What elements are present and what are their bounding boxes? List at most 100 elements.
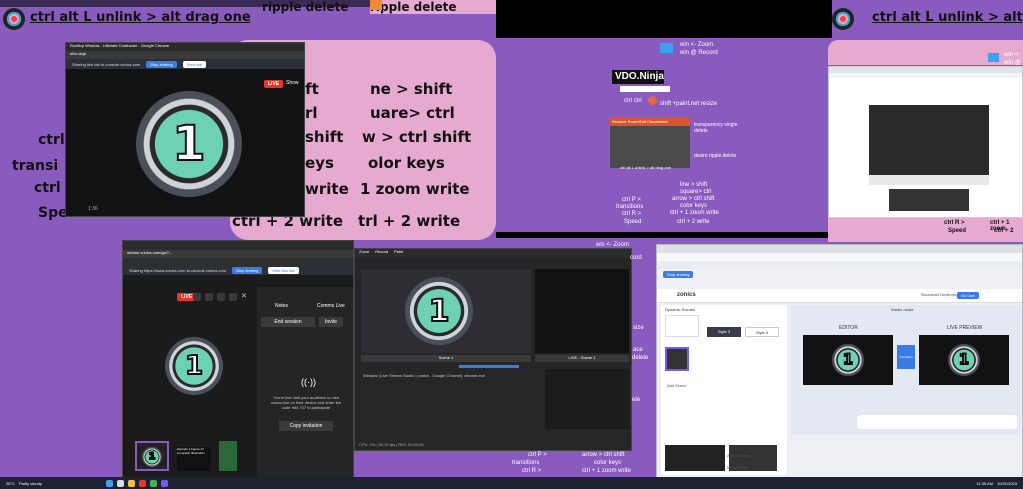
studio-icon[interactable]: [160, 479, 168, 487]
comms-toolbar-icons[interactable]: ✕: [193, 293, 251, 301]
start-icon[interactable]: [105, 479, 113, 487]
folder-icon[interactable]: [127, 479, 135, 487]
studio-share-bar: Stop sharing: [657, 269, 1022, 279]
vdo-note-1: transparency single delete: [694, 122, 738, 134]
close-icon[interactable]: ✕: [241, 293, 249, 301]
show-label[interactable]: Show: [286, 80, 299, 86]
view-tab-button[interactable]: View tab: [182, 60, 207, 68]
address-bar[interactable]: obs.ninja: [66, 51, 304, 59]
studio-go-live[interactable]: Go Live: [957, 292, 979, 299]
obs-volume-slider[interactable]: [459, 365, 519, 368]
mid-lower-3: ctrl + 1 zoom write: [582, 468, 631, 474]
share-text: Sharing this tab to console.zonics.com: [72, 61, 141, 67]
chrome-icon[interactable]: [149, 479, 157, 487]
notes-tab[interactable]: Notes: [275, 303, 288, 309]
vdo-list-2: square> ctrl: [680, 189, 712, 195]
style3-button[interactable]: Style 3: [707, 327, 741, 337]
studio-window[interactable]: Stop sharing zonics Broadcast Destinatio…: [656, 244, 1023, 478]
comms-thumb-3[interactable]: [219, 441, 237, 471]
search-icon[interactable]: [116, 479, 124, 487]
comms-live-tab[interactable]: Comms Live: [317, 303, 345, 309]
center-line-6: trl + 2 write: [358, 212, 461, 230]
invite-button[interactable]: Invite: [319, 317, 343, 327]
obs-mixer: [545, 369, 629, 429]
vdo-url-box: [620, 86, 670, 92]
mid-overlay-4: ace: [633, 347, 643, 353]
studio-stop-sharing[interactable]: Stop sharing: [663, 270, 694, 278]
screen-share-window[interactable]: Rooftop Window - Ultimate Contractor - G…: [65, 42, 305, 217]
invite-crew[interactable]: Invite Crew: [727, 465, 747, 470]
comms-stop-sharing-button[interactable]: Stop sharing: [231, 266, 263, 274]
live-preview: 1: [919, 335, 1009, 385]
studio-broadcast[interactable]: Broadcast Destination: [921, 292, 960, 297]
vdo-list-4: color keys: [680, 203, 708, 209]
comms-thumb-caption: Episode 1 Figure 17 Computer Illustratio…: [177, 447, 211, 471]
vdo-orange-dot: [648, 96, 657, 105]
comms-thumb-1[interactable]: 1: [135, 441, 169, 471]
invite-text: You're live! Ask your audience to visit …: [270, 395, 342, 410]
obs-live-pane: [535, 269, 629, 353]
comms-address-bar[interactable]: stream.zonics.com/gui?...: [123, 250, 353, 258]
camera-icon[interactable]: [205, 293, 213, 301]
add-scene[interactable]: Add Scene: [667, 383, 687, 388]
win-icon-2: [988, 53, 999, 62]
share-bar: Sharing this tab to console.zonics.com S…: [66, 59, 304, 69]
vdo-black-bottom: [496, 232, 828, 238]
obs-window[interactable]: Zoom Record Paint 1 Scene 1 LIVE - Scene 1…: [354, 248, 632, 451]
comms-browser-window[interactable]: stream.zonics.com/gui?... Sharing https:…: [122, 240, 354, 482]
studio-header: zonics Broadcast Destination Go Live: [657, 289, 1022, 303]
center-left-line-2: rl: [305, 104, 318, 122]
copy-invitation-button[interactable]: Copy invitation: [279, 421, 333, 431]
obs-live-label: LIVE - Scene 1: [535, 355, 629, 362]
more-icon[interactable]: [229, 293, 237, 301]
vdo-ctrl-4: Speed: [624, 219, 642, 225]
obs-preview: 1: [361, 269, 531, 353]
studio-mode[interactable]: Studio mode: [891, 307, 913, 312]
comms-share-bar: Sharing https://www.zonics.com to consol…: [123, 265, 353, 275]
right-win-2: win @: [1004, 60, 1021, 66]
vdo-black-top: [496, 0, 832, 38]
live-preview-label: LIVE PREVIEW: [947, 325, 983, 331]
live-badge: LIVE: [264, 80, 284, 88]
video-timer: 1:36: [88, 206, 98, 212]
comms-share-text: Sharing https://www.zonics.com to consol…: [129, 267, 226, 273]
vdo-list-1: line > shift: [680, 182, 708, 188]
end-session-button[interactable]: End session: [261, 317, 315, 327]
vdo-ctrl-ctrl: ctrl ctrl: [624, 98, 642, 104]
obs-source: Window: [Live Stream Studio | zonics - G…: [363, 373, 485, 378]
active-scene[interactable]: [665, 347, 689, 371]
obs-scene-bar: Scene 1: [361, 355, 531, 362]
comms-number-graphic: 1: [165, 337, 223, 395]
right-browser-window: [828, 66, 1023, 218]
mid-lower-2: color keys: [594, 460, 622, 466]
window-titlebar: Rooftop Window - Ultimate Contractor - G…: [66, 43, 304, 51]
vdo-hotkey-1: win <- Zoom: [680, 42, 714, 48]
bottom-thumbs[interactable]: [665, 445, 785, 471]
mic-icon[interactable]: [193, 293, 201, 301]
studio-controls[interactable]: [857, 415, 1017, 429]
editor-label: EDITOR: [839, 325, 858, 331]
dynamic-scenes-label: Dynamic Scenes: [665, 307, 696, 312]
clock-date: 10/31/2023: [996, 480, 1017, 486]
studio-sidebar: Dynamic Scenes Style 3 Style 4 Add Scene…: [661, 305, 787, 475]
screen-icon[interactable]: [217, 293, 225, 301]
mid-overlay-5: delete: [632, 355, 649, 361]
editor-preview: 1: [803, 335, 893, 385]
weather-desc: Partly cloudy: [18, 480, 42, 486]
vdo-hotkey-2: win @ Record: [680, 50, 718, 56]
style4-button[interactable]: Style 4: [745, 327, 779, 337]
vdo-ctrl-1: ctrl P >: [622, 197, 641, 203]
stop-sharing-button[interactable]: Stop sharing: [146, 60, 177, 68]
mid-ctrl-3: ctrl R >: [522, 468, 542, 474]
transition-button[interactable]: Transition: [897, 345, 915, 369]
obs-status: CPU: 2% | 60.00 fps | REC 00:00:00: [359, 442, 424, 447]
scene-card[interactable]: [665, 315, 699, 337]
cheatsheet-title: Resolve PowerSoft Cheatsheet: [612, 119, 668, 124]
comms-side-panel: Notes Comms Live End session Invite ((·)…: [257, 287, 353, 481]
add-camera[interactable]: Add Camera: [727, 453, 749, 458]
app-icon[interactable]: [138, 479, 146, 487]
vdo-ctrl-3: ctrl R >: [622, 211, 642, 217]
comms-hide-bar-button[interactable]: Hide this bar: [268, 266, 299, 274]
left-line-1: ctrl: [38, 132, 65, 148]
clock-time: 11:35 AM: [976, 480, 993, 486]
